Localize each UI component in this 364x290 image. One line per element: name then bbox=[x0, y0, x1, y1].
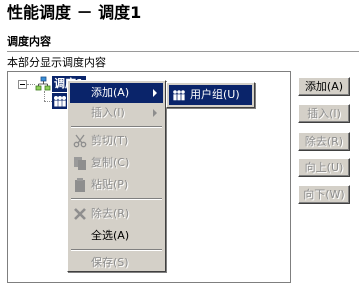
paste-icon bbox=[75, 178, 85, 192]
menu-item-label: 插入(I) bbox=[91, 106, 125, 119]
move-down-button[interactable]: 向下(W) bbox=[298, 185, 350, 204]
menu-item-label: 保存(S) bbox=[91, 256, 129, 269]
menu-item-remove[interactable]: 除去(R) bbox=[70, 204, 163, 224]
menu-separator bbox=[71, 198, 162, 200]
add-submenu: 用户组(U) bbox=[166, 82, 255, 108]
tree-collapse-toggle[interactable] bbox=[18, 80, 27, 89]
user-group-icon[interactable] bbox=[52, 93, 68, 109]
tree-connector bbox=[44, 101, 52, 102]
menu-item-label: 全选(A) bbox=[91, 229, 130, 242]
tree-connector bbox=[27, 84, 35, 85]
menu-item-label: 添加(A) bbox=[91, 86, 130, 99]
menu-item-label: 粘贴(P) bbox=[91, 178, 129, 191]
section-divider bbox=[7, 51, 359, 52]
user-group-icon bbox=[173, 90, 185, 101]
add-button[interactable]: 添加(A) bbox=[298, 77, 350, 96]
menu-item-add[interactable]: 添加(A) bbox=[70, 83, 163, 103]
menu-item-label: 用户组(U) bbox=[190, 88, 240, 101]
menu-item-save[interactable]: 保存(S) bbox=[70, 253, 163, 273]
section-title: 调度内容 bbox=[7, 35, 51, 48]
menu-item-insert[interactable]: 插入(I) bbox=[70, 103, 163, 123]
page-title: 性能调度 － 调度1 bbox=[7, 3, 142, 22]
move-up-button[interactable]: 向上(U) bbox=[298, 158, 350, 177]
submenu-arrow-icon bbox=[153, 89, 157, 97]
scissors-icon bbox=[73, 134, 87, 148]
schedule-icon bbox=[35, 76, 51, 91]
tree-connector bbox=[44, 91, 45, 101]
menu-separator bbox=[71, 249, 162, 251]
menu-item-cut[interactable]: 剪切(T) bbox=[70, 131, 163, 151]
menu-item-select-all[interactable]: 全选(A) bbox=[70, 226, 163, 246]
copy-icon bbox=[74, 157, 86, 170]
delete-x-icon bbox=[74, 208, 86, 220]
remove-button[interactable]: 除去(R) bbox=[298, 132, 350, 151]
menu-separator bbox=[71, 126, 162, 128]
menu-item-label: 剪切(T) bbox=[91, 134, 129, 147]
menu-item-paste[interactable]: 粘贴(P) bbox=[70, 175, 163, 195]
submenu-arrow-icon bbox=[153, 109, 157, 117]
context-menu: 添加(A) 插入(I) 剪切(T) 复制(C) 粘贴(P) 除去(R) 全选(A… bbox=[67, 80, 166, 272]
submenu-item-user-group[interactable]: 用户组(U) bbox=[169, 85, 252, 105]
insert-button[interactable]: 插入(I) bbox=[298, 104, 350, 123]
section-description: 本部分显示调度内容 bbox=[7, 56, 106, 69]
menu-item-label: 除去(R) bbox=[91, 207, 130, 220]
menu-item-copy[interactable]: 复制(C) bbox=[70, 153, 163, 173]
menu-item-label: 复制(C) bbox=[91, 156, 130, 169]
